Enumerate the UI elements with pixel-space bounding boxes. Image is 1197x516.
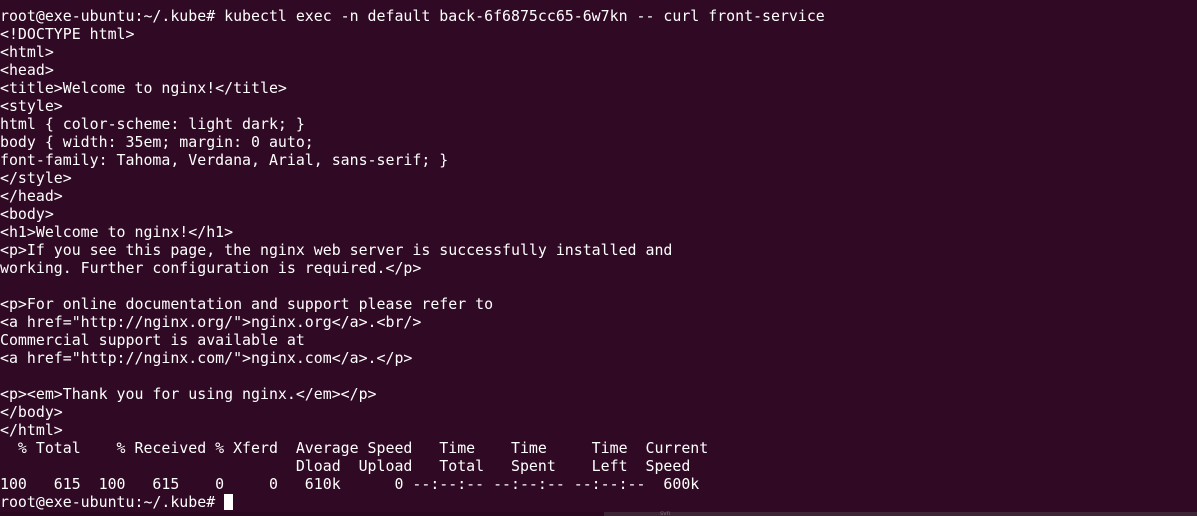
output-line: </style> <box>0 169 72 187</box>
output-line: font-family: Tahoma, Verdana, Arial, san… <box>0 151 449 169</box>
curl-progress-stats: 100 615 100 615 0 0 610k 0 --:--:-- --:-… <box>0 475 700 493</box>
output-line: <title>Welcome to nginx!</title> <box>0 79 287 97</box>
output-line: <!DOCTYPE html> <box>0 25 135 43</box>
curl-progress-header: % Total % Received % Xferd Average Speed… <box>0 439 709 457</box>
output-line: </html> <box>0 421 63 439</box>
text-cursor <box>224 494 234 510</box>
output-line: <a href="http://nginx.com/">nginx.com</a… <box>0 349 413 367</box>
output-line: body { width: 35em; margin: 0 auto; <box>0 133 314 151</box>
terminal-window[interactable]: root@exe-ubuntu:~/.kube# kubectl exec -n… <box>0 0 1197 516</box>
output-line: working. Further configuration is requir… <box>0 259 422 277</box>
output-line: <h1>Welcome to nginx!</h1> <box>0 223 234 241</box>
output-line: <p>For online documentation and support … <box>0 295 494 313</box>
output-line: html { color-scheme: light dark; } <box>0 115 305 133</box>
output-line: </body> <box>0 403 63 421</box>
output-line: <html> <box>0 43 54 61</box>
command-line: root@exe-ubuntu:~/.kube# kubectl exec -n… <box>0 7 825 25</box>
output-line: <body> <box>0 205 54 223</box>
output-line: <a href="http://nginx.org/">nginx.org</a… <box>0 313 422 331</box>
output-line: <p>If you see this page, the nginx web s… <box>0 241 673 259</box>
prompt-line[interactable]: root@exe-ubuntu:~/.kube# <box>0 493 1197 511</box>
curl-progress-subheader: Dload Upload Total Spent Left Speed <box>0 457 691 475</box>
background-window-edge <box>604 512 1197 516</box>
shell-prompt: root@exe-ubuntu:~/.kube# <box>0 493 225 511</box>
output-line: Commercial support is available at <box>0 331 305 349</box>
background-window-label: svn <box>660 510 671 516</box>
output-line: <style> <box>0 97 63 115</box>
output-line: <head> <box>0 61 54 79</box>
terminal-output[interactable]: root@exe-ubuntu:~/.kube# kubectl exec -n… <box>0 7 1197 512</box>
output-line: <p><em>Thank you for using nginx.</em></… <box>0 385 377 403</box>
output-line: </head> <box>0 187 63 205</box>
